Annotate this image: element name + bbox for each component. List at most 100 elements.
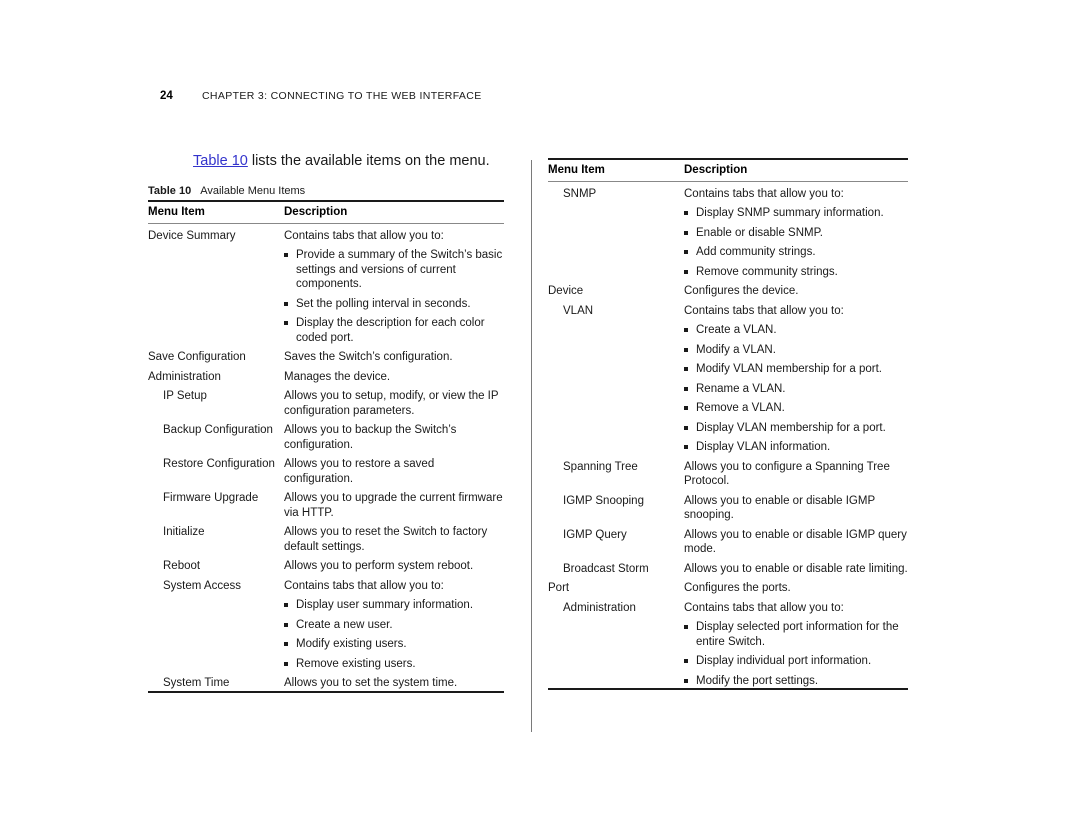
list-item: Remove community strings. [684,265,908,279]
table-header-row: Menu Item Description [148,202,504,223]
bullet-text: Modify a VLAN. [696,343,776,356]
menu-item-label: Device [548,285,584,298]
square-bullet-icon [684,425,688,430]
table-caption-title: Available Menu Items [200,185,306,197]
description-text: Allows you to enable or disable IGMP que… [684,528,907,556]
chapter-title: CHAPTER 3: CONNECTING TO THE WEB INTERFA… [202,90,482,102]
menu-item-label: System Time [163,677,230,690]
description-bullet-list: Display selected port information for th… [684,620,908,688]
list-item: Add community strings. [684,245,908,259]
square-bullet-icon [684,625,688,630]
table-row: IGMP Snooping Allows you to enable or dis… [548,489,908,523]
list-item: Modify the port settings. [684,674,908,688]
available-menu-items-table-left: Menu Item Description Device Summary Cont… [148,202,504,691]
table-row: VLAN Contains tabs that allow you to: Crea… [548,299,908,455]
list-item: Modify VLAN membership for a port. [684,362,908,376]
table-row: Device Summary Contains tabs that allow y… [148,224,504,345]
intro-sentence: Table 10 lists the available items on th… [193,153,490,169]
description-text: Configures the ports. [684,582,791,595]
table-row: Initialize Allows you to reset the Switch… [148,520,504,554]
square-bullet-icon [684,269,688,274]
list-item: Create a new user. [284,618,504,632]
description-text: Contains tabs that allow you to: [284,579,444,592]
description-bullet-list: Provide a summary of the Switch’s basic … [284,248,504,345]
list-item: Modify a VLAN. [684,343,908,357]
square-bullet-icon [684,678,688,683]
square-bullet-icon [684,386,688,391]
description-text: Configures the device. [684,285,799,298]
description-text: Contains tabs that allow you to: [684,304,844,317]
menu-item-label: IP Setup [163,390,207,403]
list-item: Display individual port information. [684,654,908,668]
description-text: Allows you to enable or disable IGMP sno… [684,494,875,522]
list-item: Remove a VLAN. [684,401,908,415]
description-bullet-list: Display user summary information. Create … [284,598,504,671]
menu-item-label: Restore Configuration [163,458,275,471]
right-table-block: Menu Item Description SNMP Contains tabs … [548,158,908,691]
table-row: Administration Contains tabs that allow y… [548,596,908,688]
list-item: Create a VLAN. [684,323,908,337]
bullet-text: Modify existing users. [296,638,407,651]
description-bullet-list: Display SNMP summary information. Enable … [684,206,908,279]
bullet-text: Display user summary information. [296,599,474,612]
menu-item-label: Broadcast Storm [563,562,649,575]
column-header-description: Description [684,164,748,176]
list-item: Modify existing users. [284,637,504,651]
table-row: Administration Manages the device. [148,365,504,384]
menu-item-label: Reboot [163,560,201,573]
intro-rest-text: lists the available items on the menu. [247,153,490,169]
bullet-text: Rename a VLAN. [696,382,786,395]
square-bullet-icon [684,445,688,450]
list-item: Display user summary information. [284,598,504,612]
menu-item-label: Administration [148,370,221,383]
bullet-text: Remove community strings. [696,265,838,278]
list-item: Display the description for each color c… [284,316,504,345]
description-text: Contains tabs that allow you to: [284,230,444,242]
table-row: Broadcast Storm Allows you to enable or d… [548,557,908,576]
left-table-block: Table 10 Available Menu Items Menu Item D… [148,185,504,693]
column-divider [531,160,532,732]
table-caption: Table 10 Available Menu Items [148,185,504,200]
bullet-text: Provide a summary of the Switch’s basic … [296,249,503,291]
menu-item-label: VLAN [563,304,594,317]
list-item: Display selected port information for th… [684,620,908,649]
menu-item-label: Spanning Tree [563,460,638,473]
table-row: Backup Configuration Allows you to backup… [148,418,504,452]
bullet-text: Display SNMP summary information. [696,207,884,220]
description-text: Allows you to perform system reboot. [284,560,474,573]
table-bottom-rule-continued [548,688,908,691]
description-text: Manages the device. [284,370,391,383]
page-number: 24 [160,90,173,102]
list-item: Set the polling interval in seconds. [284,297,504,311]
running-header: 24 CHAPTER 3: CONNECTING TO THE WEB INTE… [160,90,920,106]
table-caption-label: Table 10 [148,185,192,197]
menu-item-label: System Access [163,579,241,592]
table-row: System Access Contains tabs that allow yo… [148,574,504,671]
list-item: Rename a VLAN. [684,382,908,396]
description-bullet-list: Create a VLAN. Modify a VLAN. Modify VLAN … [684,323,908,454]
description-text: Contains tabs that allow you to: [684,188,844,200]
menu-item-label: Port [548,582,570,595]
table-10-crossref-link[interactable]: Table 10 [193,153,248,169]
square-bullet-icon [684,406,688,411]
bullet-text: Remove a VLAN. [696,402,785,415]
square-bullet-icon [284,661,288,666]
menu-item-label: Device Summary [148,230,236,242]
table-row: System Time Allows you to set the system … [148,671,504,690]
bullet-text: Add community strings. [696,246,816,259]
column-header-description: Description [284,206,348,218]
bullet-text: Create a VLAN. [696,324,777,337]
list-item: Enable or disable SNMP. [684,226,908,240]
bullet-text: Display VLAN membership for a port. [696,421,886,434]
description-text: Saves the Switch’s configuration. [284,351,453,364]
square-bullet-icon [284,622,288,627]
list-item: Provide a summary of the Switch’s basic … [284,248,504,291]
menu-item-label: Administration [563,601,636,614]
table-row: Port Configures the ports. [548,576,908,595]
description-text: Allows you to set the system time. [284,677,458,690]
description-text: Allows you to reset the Switch to factor… [284,526,488,553]
square-bullet-icon [284,321,288,326]
square-bullet-icon [684,211,688,216]
available-menu-items-table-right: Menu Item Description SNMP Contains tabs … [548,160,908,688]
square-bullet-icon [684,347,688,352]
